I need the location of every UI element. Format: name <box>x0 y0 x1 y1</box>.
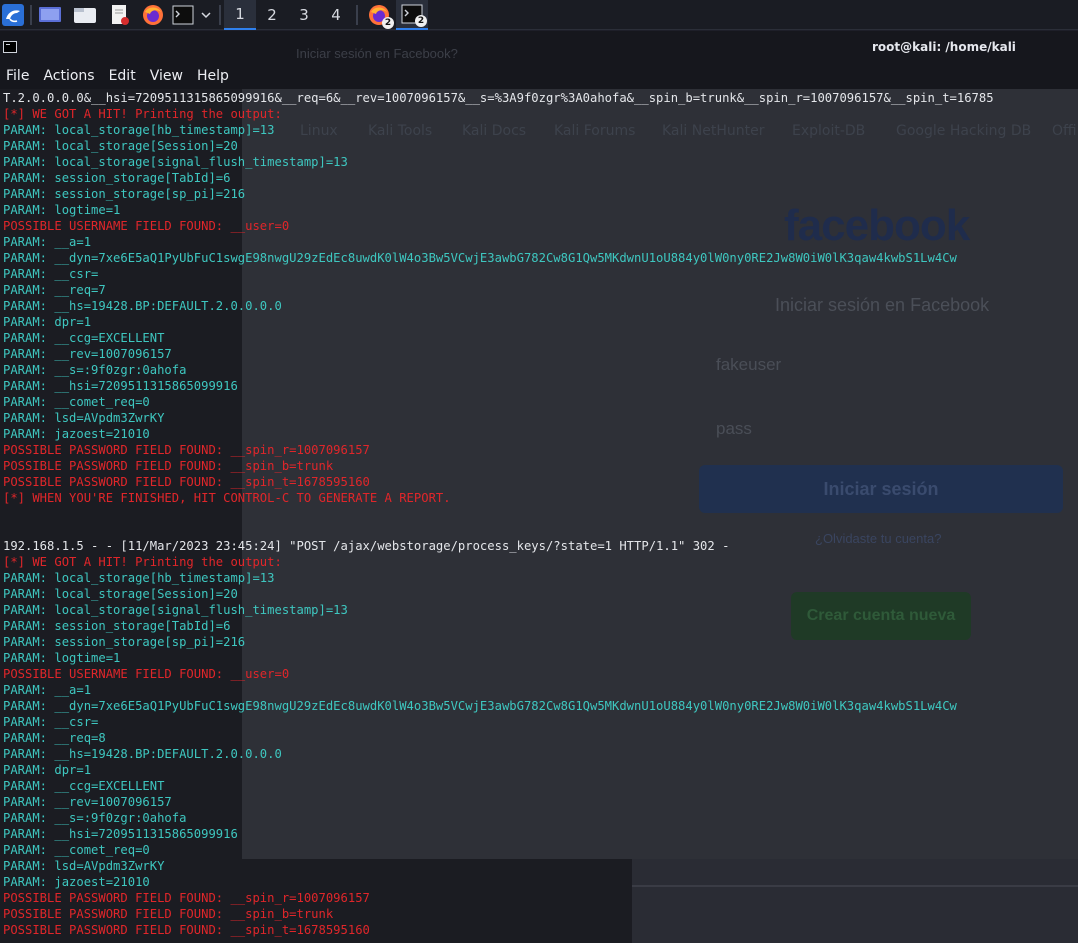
terminal-line: POSSIBLE USERNAME FIELD FOUND: __user=0 <box>3 219 290 233</box>
terminal-line: PARAM: __hs=19428.BP:DEFAULT.2.0.0.0.0 <box>3 299 282 313</box>
terminal-icon <box>172 5 194 25</box>
chevron-down-icon <box>201 12 211 19</box>
terminal-line: PARAM: __csr= <box>3 715 99 729</box>
terminal-line: PARAM: __hsi=7209511315865099916 <box>3 827 238 841</box>
taskbar-separator <box>30 5 32 25</box>
terminal-line: [*] WHEN YOU'RE FINISHED, HIT CONTROL-C … <box>3 491 451 505</box>
terminal-line: PARAM: __comet_req=0 <box>3 843 150 857</box>
terminal-line: PARAM: local_storage[signal_flush_timest… <box>3 603 348 617</box>
menu-actions[interactable]: Actions <box>43 68 94 84</box>
terminal-line: POSSIBLE PASSWORD FIELD FOUND: __spin_b=… <box>3 907 334 921</box>
show-desktop-button[interactable] <box>38 3 62 27</box>
background-tab-title: Iniciar sesión en Facebook? <box>296 46 458 61</box>
terminal-line: PARAM: __req=7 <box>3 283 106 297</box>
terminal-line: PARAM: jazoest=21010 <box>3 875 150 889</box>
terminal-window-icon <box>3 41 17 53</box>
firefox-task-button[interactable]: 2 <box>364 0 394 30</box>
terminal-line: PARAM: local_storage[Session]=20 <box>3 587 238 601</box>
taskbar-separator <box>356 5 358 25</box>
desktop-icon <box>39 7 61 22</box>
terminal-line: PARAM: lsd=AVpdm3ZwrKY <box>3 411 165 425</box>
terminal-line: PARAM: __hs=19428.BP:DEFAULT.2.0.0.0.0 <box>3 747 282 761</box>
terminal-line: PARAM: __rev=1007096157 <box>3 347 172 361</box>
terminal-line: PARAM: local_storage[hb_timestamp]=13 <box>3 123 275 137</box>
workspace-label: 2 <box>267 6 277 24</box>
window-count-badge: 2 <box>382 17 394 29</box>
kali-dragon-icon <box>2 4 24 26</box>
launcher-dropdown[interactable] <box>199 3 213 27</box>
terminal-line: POSSIBLE USERNAME FIELD FOUND: __user=0 <box>3 667 290 681</box>
terminal-line: PARAM: local_storage[hb_timestamp]=13 <box>3 571 275 585</box>
terminal-line: PARAM: __rev=1007096157 <box>3 795 172 809</box>
folder-icon <box>74 8 96 23</box>
window-titlebar[interactable]: root@kali: /home/kali <box>0 31 1078 63</box>
terminal-line: PARAM: lsd=AVpdm3ZwrKY <box>3 859 165 873</box>
terminal-launcher-button[interactable] <box>171 3 195 27</box>
terminal-line: PARAM: jazoest=21010 <box>3 427 150 441</box>
workspace-3-button[interactable]: 3 <box>288 0 320 30</box>
terminal-line: PARAM: __dyn=7xe6E5aQ1PyUbFuC1swgE98nwgU… <box>3 699 957 713</box>
firefox-launcher-button[interactable] <box>141 3 165 27</box>
terminal-line: PARAM: __ccg=EXCELLENT <box>3 779 165 793</box>
terminal-line: PARAM: session_storage[sp_pi]=216 <box>3 635 246 649</box>
terminal-line: PARAM: logtime=1 <box>3 651 121 665</box>
window-count-badge: 2 <box>415 15 427 27</box>
firefox-icon <box>143 5 163 25</box>
terminal-output[interactable]: T.2.0.0.0.0&__hsi=7209511315865099916&__… <box>3 90 1078 938</box>
terminal-line: [*] WE GOT A HIT! Printing the output: <box>3 555 282 569</box>
workspace-4-button[interactable]: 4 <box>320 0 352 30</box>
terminal-line: PARAM: __s=:9f0zgr:0ahofa <box>3 363 187 377</box>
terminal-line: PARAM: dpr=1 <box>3 763 92 777</box>
workspace-label: 4 <box>331 6 341 24</box>
terminal-line: PARAM: __comet_req=0 <box>3 395 150 409</box>
terminal-line: PARAM: __req=8 <box>3 731 106 745</box>
kali-menu-button[interactable] <box>2 3 24 27</box>
terminal-line: POSSIBLE PASSWORD FIELD FOUND: __spin_t=… <box>3 923 370 937</box>
terminal-line: PARAM: session_storage[sp_pi]=216 <box>3 187 246 201</box>
terminal-task-button[interactable]: 2 <box>396 0 428 30</box>
terminal-line: PARAM: __s=:9f0zgr:0ahofa <box>3 811 187 825</box>
terminal-line: PARAM: session_storage[TabId]=6 <box>3 619 231 633</box>
terminal-line: POSSIBLE PASSWORD FIELD FOUND: __spin_b=… <box>3 459 334 473</box>
text-editor-button[interactable] <box>108 3 132 27</box>
terminal-line: POSSIBLE PASSWORD FIELD FOUND: __spin_t=… <box>3 475 370 489</box>
taskbar: 1 2 3 4 2 2 <box>0 0 1078 30</box>
terminal-line: PARAM: __dyn=7xe6E5aQ1PyUbFuC1swgE98nwgU… <box>3 251 957 265</box>
terminal-line: [*] WE GOT A HIT! Printing the output: <box>3 107 282 121</box>
terminal-line: T.2.0.0.0.0&__hsi=7209511315865099916&__… <box>3 91 994 105</box>
terminal-line: PARAM: local_storage[Session]=20 <box>3 139 238 153</box>
terminal-line: POSSIBLE PASSWORD FIELD FOUND: __spin_r=… <box>3 891 370 905</box>
workspace-2-button[interactable]: 2 <box>256 0 288 30</box>
workspace-1-button[interactable]: 1 <box>224 0 256 30</box>
terminal-line: 192.168.1.5 - - [11/Mar/2023 23:45:24] "… <box>3 539 730 553</box>
terminal-line: PARAM: __ccg=EXCELLENT <box>3 331 165 345</box>
terminal-line: PARAM: local_storage[signal_flush_timest… <box>3 155 348 169</box>
menu-edit[interactable]: Edit <box>109 68 136 84</box>
terminal-line: PARAM: session_storage[TabId]=6 <box>3 171 231 185</box>
workspace-label: 3 <box>299 6 309 24</box>
menu-bar: File Actions Edit View Help <box>0 63 1078 89</box>
file-manager-button[interactable] <box>72 3 98 27</box>
menu-file[interactable]: File <box>6 68 29 84</box>
text-editor-icon <box>112 5 129 25</box>
terminal-line: PARAM: __hsi=7209511315865099916 <box>3 379 238 393</box>
terminal-line: POSSIBLE PASSWORD FIELD FOUND: __spin_r=… <box>3 443 370 457</box>
workspace-label: 1 <box>235 5 245 23</box>
terminal-line: PARAM: __a=1 <box>3 235 92 249</box>
terminal-line: PARAM: logtime=1 <box>3 203 121 217</box>
terminal-line: PARAM: dpr=1 <box>3 315 92 329</box>
menu-view[interactable]: View <box>150 68 183 84</box>
menu-help[interactable]: Help <box>197 68 229 84</box>
terminal-line: PARAM: __csr= <box>3 267 99 281</box>
taskbar-separator <box>219 5 221 25</box>
terminal-line: PARAM: __a=1 <box>3 683 92 697</box>
window-title: root@kali: /home/kali <box>872 40 1016 54</box>
